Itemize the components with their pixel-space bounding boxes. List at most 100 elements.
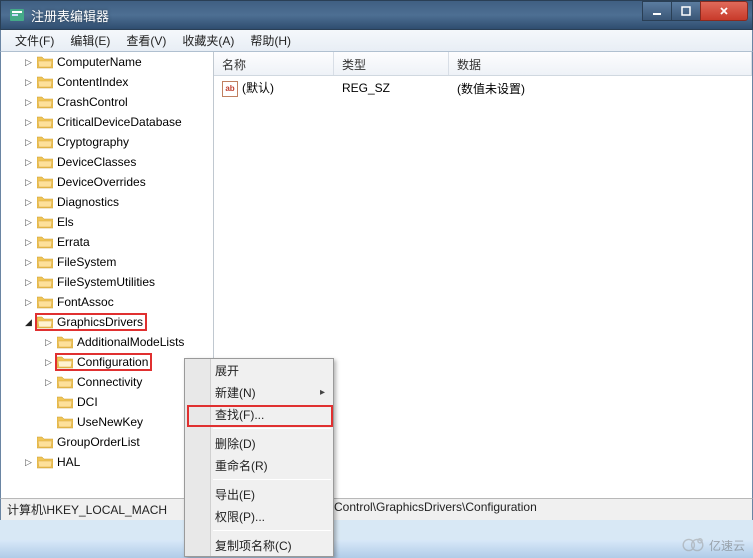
expander-icon[interactable] <box>23 437 34 448</box>
tree-label: Configuration <box>77 355 148 369</box>
folder-icon <box>37 315 53 329</box>
tree-label: CriticalDeviceDatabase <box>57 115 182 129</box>
folder-icon <box>37 455 53 469</box>
tree-item-diagnostics[interactable]: ▷ Diagnostics <box>1 192 213 212</box>
tree-item-filesystemutilities[interactable]: ▷ FileSystemUtilities <box>1 272 213 292</box>
folder-icon <box>57 355 73 369</box>
tree-item-filesystem[interactable]: ▷ FileSystem <box>1 252 213 272</box>
folder-icon <box>37 195 53 209</box>
status-path-left: 计算机\HKEY_LOCAL_MACH <box>7 501 167 518</box>
value-data: (数值未设置) <box>449 80 752 97</box>
tree-panel[interactable]: ▷ComputerName▷ContentIndex▷CrashControl▷… <box>1 52 214 518</box>
folder-icon <box>37 435 53 449</box>
tree-label: HAL <box>57 455 80 469</box>
maximize-button[interactable] <box>671 1 701 21</box>
minimize-button[interactable] <box>642 1 672 21</box>
menu-file[interactable]: 文件(F) <box>7 29 62 52</box>
ctx-rename[interactable]: 重命名(R) <box>185 454 333 476</box>
context-menu: 展开 新建(N) 查找(F)... 删除(D) 重命名(R) 导出(E) 权限(… <box>184 358 334 557</box>
menu-view[interactable]: 查看(V) <box>118 29 174 52</box>
expander-icon[interactable]: ▷ <box>23 137 34 148</box>
tree-label: Cryptography <box>57 135 129 149</box>
expander-icon[interactable]: ▷ <box>23 77 34 88</box>
tree-label: Els <box>57 215 74 229</box>
expander-icon[interactable]: ▷ <box>23 297 34 308</box>
expander-icon[interactable]: ◢ <box>23 317 34 328</box>
expander-icon[interactable]: ▷ <box>43 357 54 368</box>
menu-edit[interactable]: 编辑(E) <box>62 29 118 52</box>
close-button[interactable] <box>700 1 748 21</box>
tree-label: GroupOrderList <box>57 435 140 449</box>
tree-item-dci[interactable]: DCI <box>1 392 213 412</box>
tree-item-criticaldevicedatabase[interactable]: ▷ CriticalDeviceDatabase <box>1 112 213 132</box>
expander-icon[interactable]: ▷ <box>23 117 34 128</box>
tree-label: DeviceOverrides <box>57 175 146 189</box>
tree-item-configuration[interactable]: ▷ Configuration <box>1 352 213 372</box>
folder-icon <box>57 375 73 389</box>
expander-icon[interactable]: ▷ <box>23 197 34 208</box>
expander-icon[interactable]: ▷ <box>23 257 34 268</box>
tree-item-cryptography[interactable]: ▷ Cryptography <box>1 132 213 152</box>
ctx-new[interactable]: 新建(N) <box>185 381 333 403</box>
expander-icon[interactable]: ▷ <box>23 237 34 248</box>
watermark: 亿速云 <box>679 536 745 554</box>
tree-item-hal[interactable]: ▷ HAL <box>1 452 213 472</box>
expander-icon[interactable] <box>43 397 54 408</box>
folder-icon <box>57 415 73 429</box>
tree-item-connectivity[interactable]: ▷ Connectivity <box>1 372 213 392</box>
folder-icon <box>37 115 53 129</box>
expander-icon[interactable]: ▷ <box>23 457 34 468</box>
ctx-expand[interactable]: 展开 <box>185 359 333 381</box>
expander-icon[interactable]: ▷ <box>23 97 34 108</box>
tree-item-deviceoverrides[interactable]: ▷ DeviceOverrides <box>1 172 213 192</box>
folder-icon <box>37 235 53 249</box>
window-controls <box>643 1 748 21</box>
column-name[interactable]: 名称 <box>214 52 334 75</box>
expander-icon[interactable]: ▷ <box>23 157 34 168</box>
folder-icon <box>37 275 53 289</box>
tree-item-grouporderlist[interactable]: GroupOrderList <box>1 432 213 452</box>
column-type[interactable]: 类型 <box>334 52 449 75</box>
tree-label: DCI <box>77 395 98 409</box>
tree-item-computername[interactable]: ▷ ComputerName <box>1 52 213 72</box>
tree-item-fontassoc[interactable]: ▷FontAssoc <box>1 292 213 312</box>
status-path-right: Control\GraphicsDrivers\Configuration <box>334 500 537 514</box>
list-header: 名称 类型 数据 <box>214 52 752 76</box>
list-row[interactable]: ab(默认) REG_SZ (数值未设置) <box>214 78 752 98</box>
tree-label: Errata <box>57 235 90 249</box>
tree-item-errata[interactable]: ▷ Errata <box>1 232 213 252</box>
tree-label: ComputerName <box>57 55 142 69</box>
expander-icon[interactable]: ▷ <box>43 377 54 388</box>
column-data[interactable]: 数据 <box>449 52 752 75</box>
tree-item-graphicsdrivers[interactable]: ◢GraphicsDrivers <box>1 312 213 332</box>
ctx-permissions[interactable]: 权限(P)... <box>185 505 333 527</box>
tree-item-crashcontrol[interactable]: ▷CrashControl <box>1 92 213 112</box>
tree-label: Diagnostics <box>57 195 119 209</box>
expander-icon[interactable]: ▷ <box>23 217 34 228</box>
ctx-copy-key-name[interactable]: 复制项名称(C) <box>185 534 333 556</box>
tree-item-els[interactable]: ▷ Els <box>1 212 213 232</box>
tree-item-contentindex[interactable]: ▷ ContentIndex <box>1 72 213 92</box>
menu-favorites[interactable]: 收藏夹(A) <box>174 29 242 52</box>
folder-icon <box>37 175 53 189</box>
tree-label: Connectivity <box>77 375 142 389</box>
tree-label: FileSystem <box>57 255 116 269</box>
expander-icon[interactable]: ▷ <box>43 337 54 348</box>
ctx-export[interactable]: 导出(E) <box>185 483 333 505</box>
tree-item-usenewkey[interactable]: UseNewKey <box>1 412 213 432</box>
expander-icon[interactable] <box>43 417 54 428</box>
content-area: ▷ComputerName▷ContentIndex▷CrashControl▷… <box>0 52 753 518</box>
tree-label: ContentIndex <box>57 75 128 89</box>
ctx-find[interactable]: 查找(F)... <box>185 403 333 425</box>
menu-help[interactable]: 帮助(H) <box>242 29 299 52</box>
folder-icon <box>37 75 53 89</box>
ctx-delete[interactable]: 删除(D) <box>185 432 333 454</box>
expander-icon[interactable]: ▷ <box>23 57 34 68</box>
tree-item-additionalmodelists[interactable]: ▷AdditionalModeLists <box>1 332 213 352</box>
tree-item-deviceclasses[interactable]: ▷ DeviceClasses <box>1 152 213 172</box>
expander-icon[interactable]: ▷ <box>23 277 34 288</box>
folder-icon <box>37 95 53 109</box>
tree-label: DeviceClasses <box>57 155 136 169</box>
expander-icon[interactable]: ▷ <box>23 177 34 188</box>
tree-label: FileSystemUtilities <box>57 275 155 289</box>
